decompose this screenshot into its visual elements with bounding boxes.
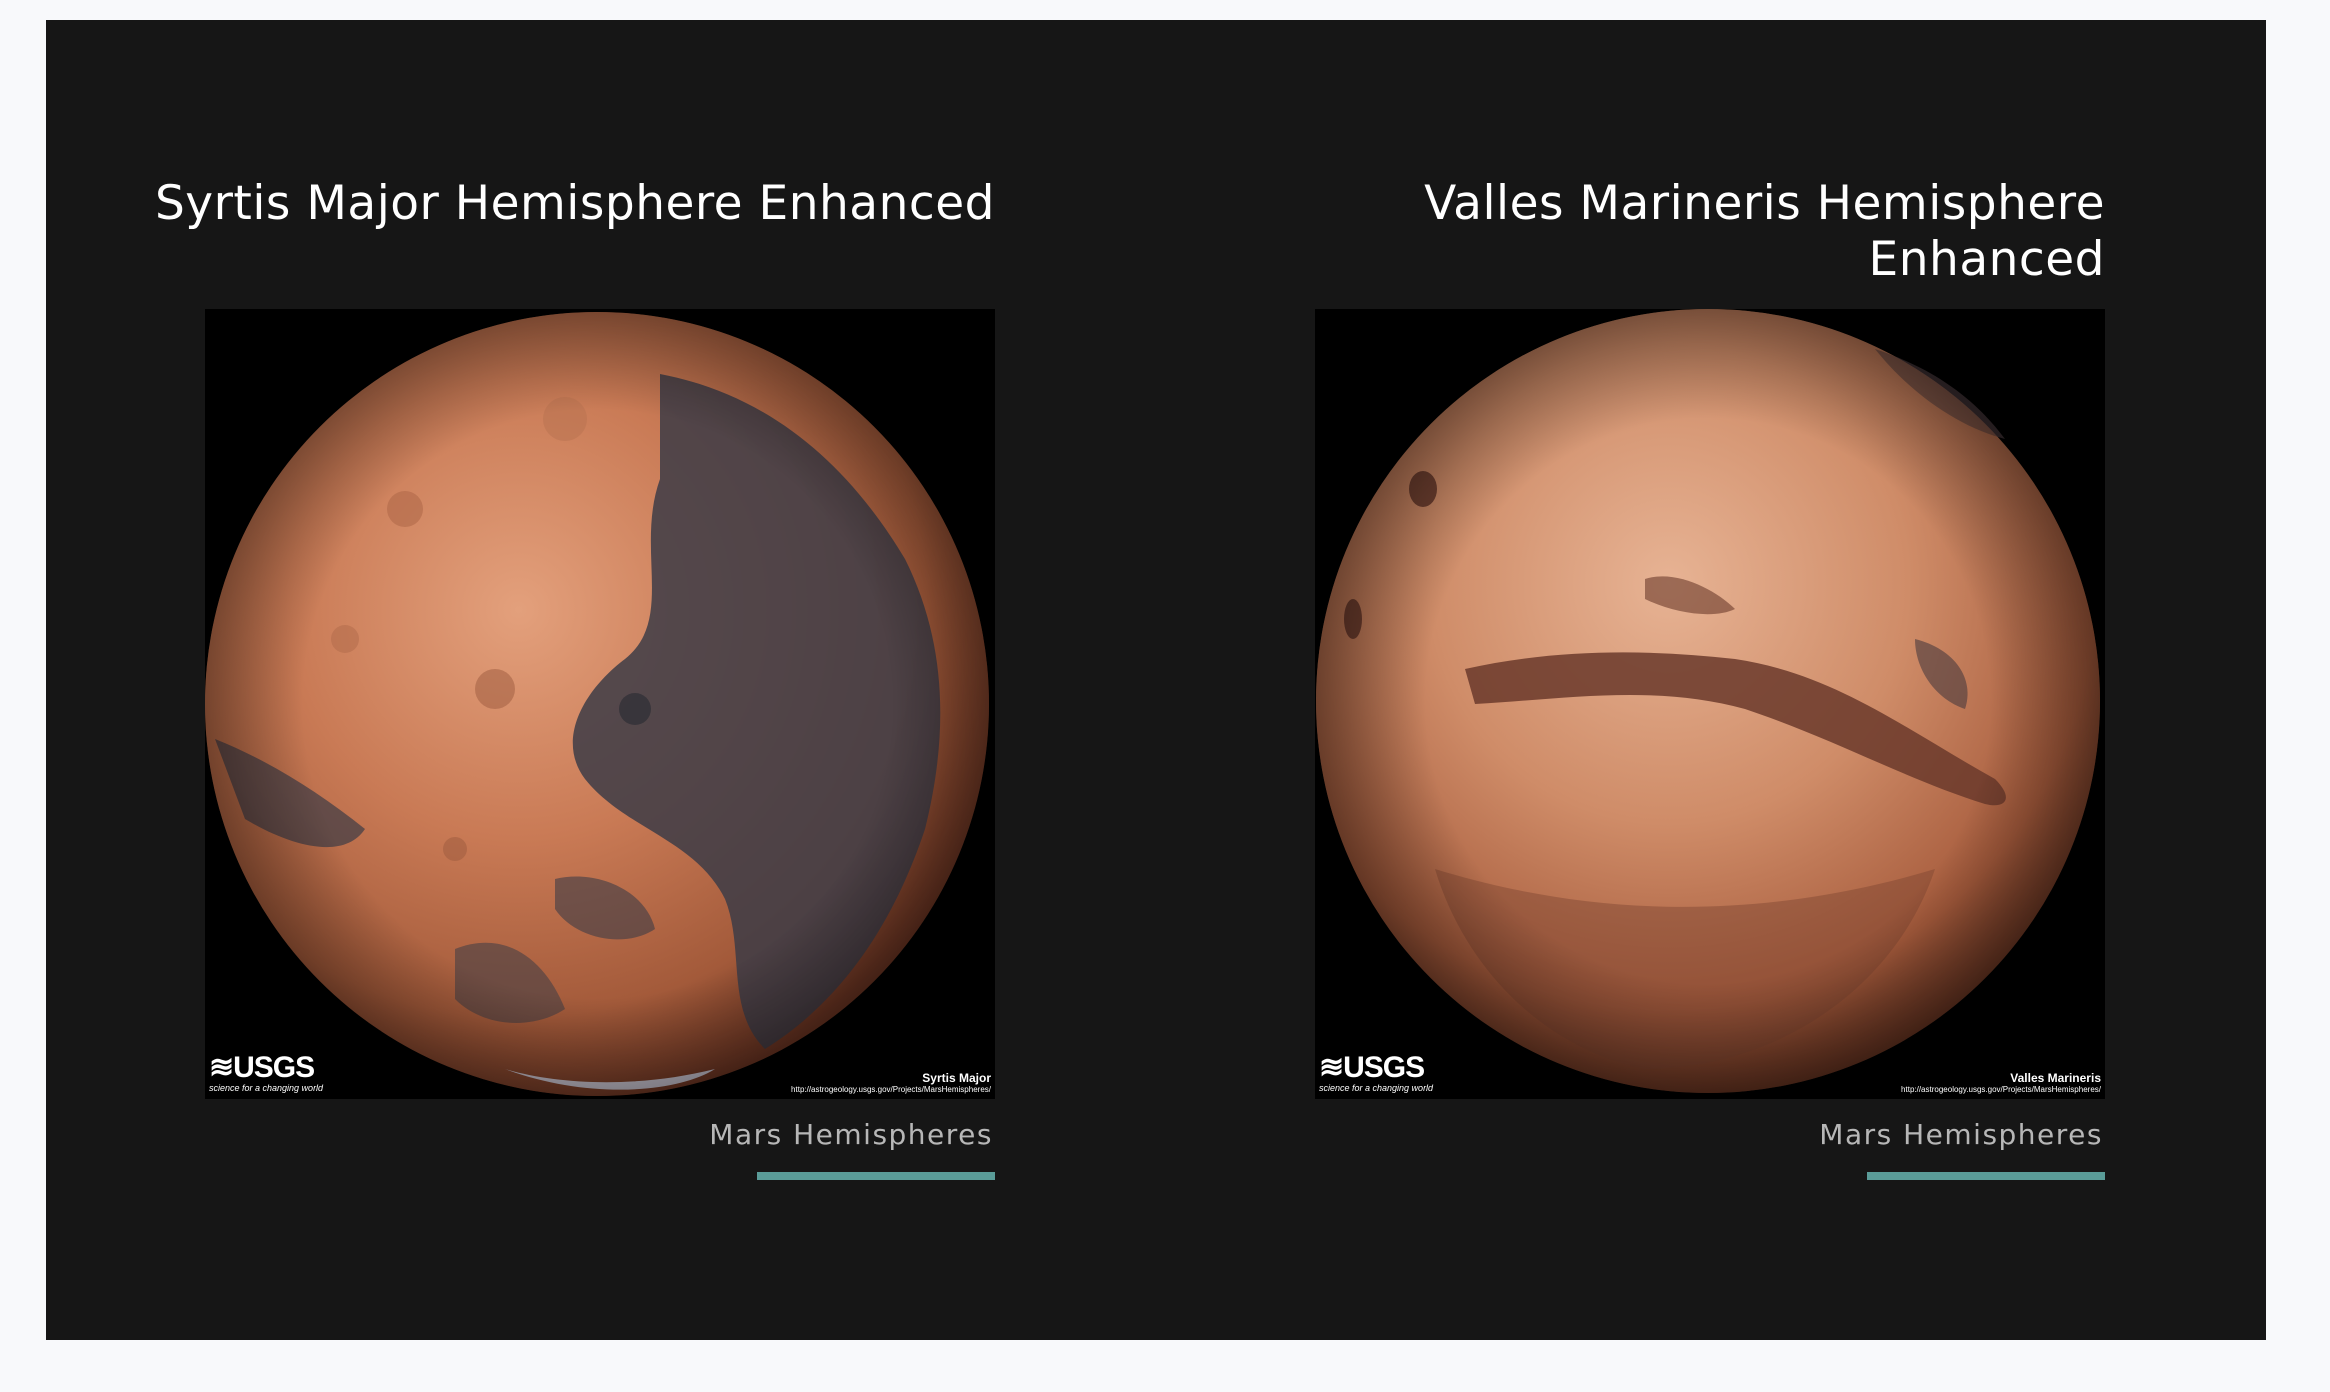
hemispheres-panel: Syrtis Major Hemisphere Enhanced ≋USGS s… <box>46 20 2266 1340</box>
hemisphere-caption: Mars Hemispheres <box>1819 1118 2103 1151</box>
hemisphere-title: Valles Marineris Hemisphere Enhanced <box>1424 176 2105 287</box>
accent-divider <box>1867 1172 2105 1180</box>
hemisphere-caption: Mars Hemispheres <box>709 1118 993 1151</box>
hemisphere-image-syrtis-major[interactable]: ≋USGS science for a changing world Syrti… <box>205 309 995 1099</box>
image-credit: Syrtis Major http://astrogeology.usgs.go… <box>791 1071 991 1094</box>
mars-globe-image <box>205 312 989 1096</box>
image-credit: Valles Marineris http://astrogeology.usg… <box>1901 1071 2101 1094</box>
usgs-logo: ≋USGS science for a changing world <box>1319 1051 1434 1094</box>
mars-globe-image <box>1316 309 2100 1093</box>
usgs-logo: ≋USGS science for a changing world <box>209 1051 324 1094</box>
hemisphere-image-valles-marineris[interactable]: ≋USGS science for a changing world Valle… <box>1315 309 2105 1099</box>
accent-divider <box>757 1172 995 1180</box>
hemisphere-title: Syrtis Major Hemisphere Enhanced <box>154 176 995 231</box>
